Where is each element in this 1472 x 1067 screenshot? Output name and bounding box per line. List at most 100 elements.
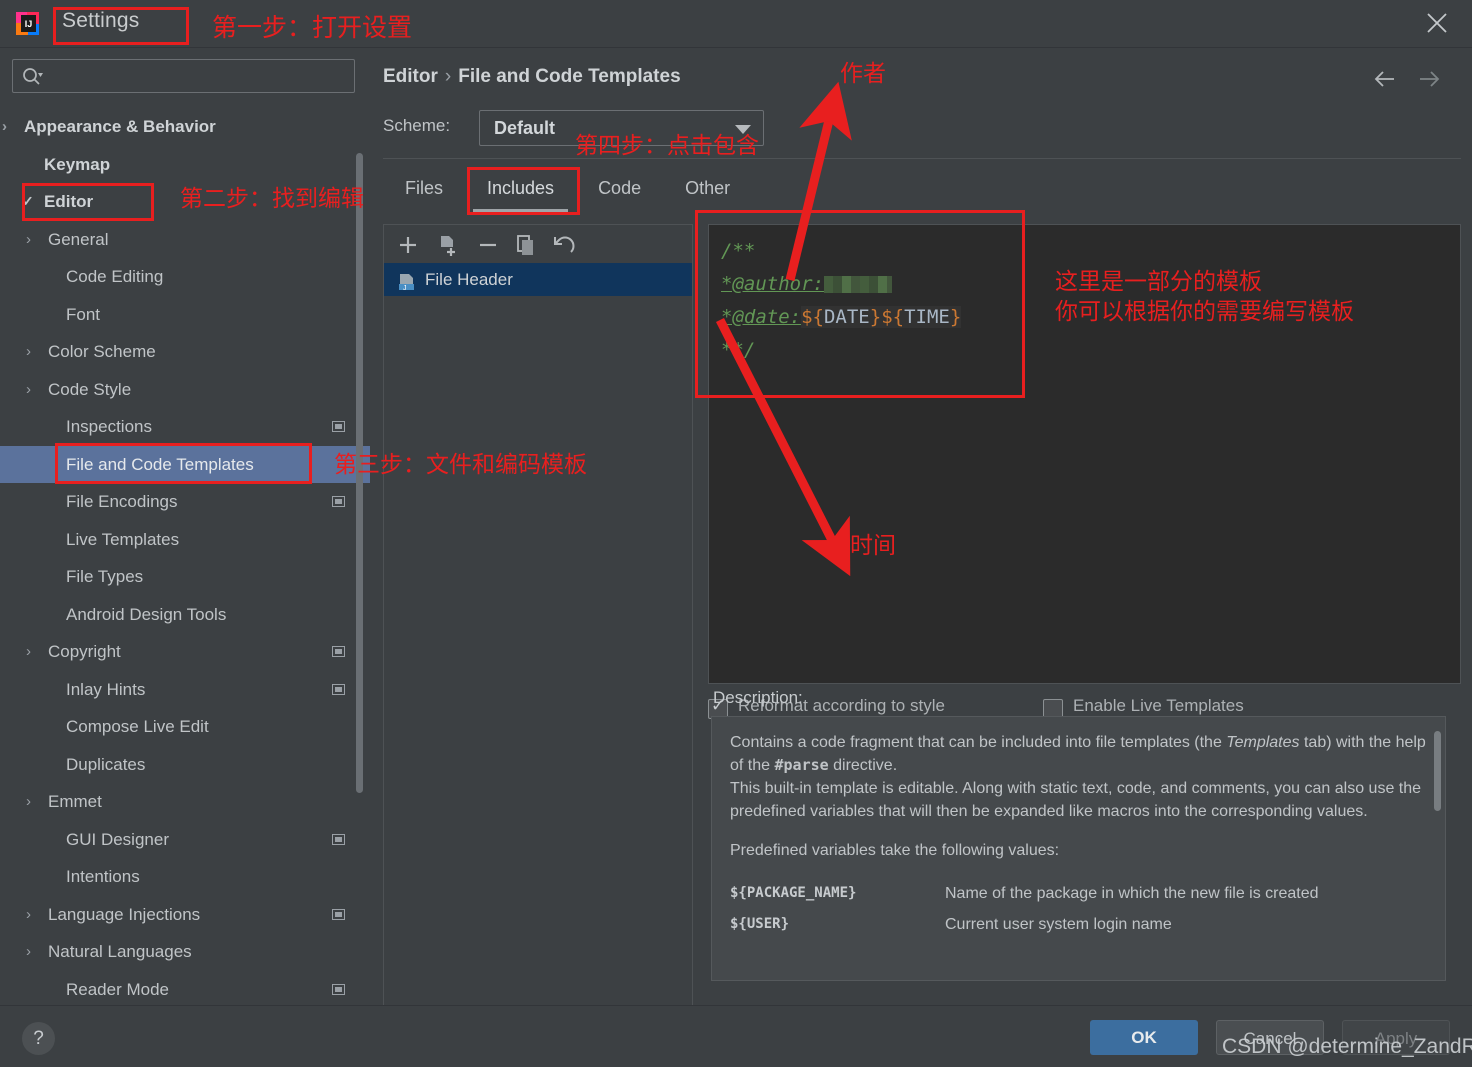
sidebar-item-appearance-behavior[interactable]: › Appearance & Behavior — [0, 108, 370, 146]
project-scope-icon — [332, 421, 345, 432]
ok-button[interactable]: OK — [1090, 1020, 1198, 1055]
sidebar-item-label: Intentions — [66, 867, 140, 886]
chevron-right-icon[interactable]: › — [26, 896, 40, 934]
sidebar-item-emmet[interactable]: › Emmet — [0, 783, 370, 821]
create-template-icon[interactable] — [436, 233, 460, 257]
search-input[interactable] — [51, 60, 351, 92]
project-scope-icon — [332, 833, 345, 845]
sidebar-item-intentions[interactable]: Intentions — [0, 858, 370, 896]
sidebar-item-label: Font — [66, 304, 101, 324]
sidebar-item-code-editing[interactable]: Code Editing — [0, 258, 370, 296]
intellij-idea-logo-icon: IJ — [14, 10, 42, 38]
sidebar-item-font[interactable]: Font — [0, 296, 370, 334]
blurred-author-name — [823, 276, 892, 293]
tab-label: Includes — [487, 178, 555, 198]
title-bar: IJ Settings — [0, 0, 1472, 48]
project-scope-icon — [332, 496, 345, 507]
desc-p1-emphasis: Templates — [1226, 734, 1300, 751]
table-row: ${PACKAGE_NAME} Name of the package in w… — [730, 878, 1427, 909]
list-item[interactable]: J File Header — [384, 263, 692, 296]
chevron-right-icon[interactable]: › — [26, 933, 40, 971]
navigation-arrows — [1372, 66, 1444, 92]
sidebar-scrollbar[interactable] — [356, 153, 363, 793]
tab-label: Other — [685, 178, 731, 198]
sidebar-item-inspections[interactable]: Inspections — [0, 408, 370, 446]
plus-icon[interactable] — [396, 233, 420, 257]
sidebar-item-gui-designer[interactable]: GUI Designer — [0, 821, 370, 859]
project-scope-icon — [332, 908, 345, 920]
copy-icon[interactable] — [514, 233, 538, 257]
sidebar-item-file-and-code-templates[interactable]: File and Code Templates — [0, 445, 370, 483]
sidebar-item-reader-mode[interactable]: Reader Mode — [0, 971, 370, 998]
chevron-right-icon[interactable]: › — [2, 108, 16, 146]
chevron-right-icon[interactable]: › — [26, 783, 40, 821]
template-code-editor[interactable]: /** *@author: *@date:${DATE}${TIME} **/ — [708, 224, 1461, 684]
sidebar-item-editor[interactable]: ✓ Editor — [0, 183, 370, 221]
list-toolbar — [384, 225, 692, 263]
sidebar-item-keymap[interactable]: Keymap — [0, 146, 370, 184]
project-scope-icon — [332, 983, 345, 995]
variable-name: ${USER} — [730, 916, 790, 932]
close-icon[interactable] — [1424, 10, 1450, 36]
code-line-comment-close: **/ — [721, 339, 756, 361]
sidebar-item-label: Code Editing — [66, 267, 164, 286]
template-list-panel: J File Header — [383, 224, 693, 1030]
tab-includes[interactable]: Includes — [465, 166, 576, 212]
sidebar-item-copyright[interactable]: › Copyright — [0, 633, 370, 671]
table-row: ${USER} Current user system login name — [730, 909, 1427, 940]
sidebar-item-general[interactable]: › General — [0, 221, 370, 259]
sidebar-item-label: GUI Designer — [66, 829, 169, 849]
scheme-label: Scheme: — [383, 116, 451, 135]
sidebar-item-file-encodings[interactable]: File Encodings — [0, 483, 370, 521]
breadcrumb-parent[interactable]: Editor — [383, 66, 438, 87]
sidebar-item-label: Emmet — [48, 792, 102, 811]
revert-icon[interactable] — [552, 233, 576, 257]
search-icon — [22, 67, 44, 87]
sidebar-item-file-types[interactable]: File Types — [0, 558, 370, 596]
question-mark-icon[interactable]: ? — [22, 1022, 55, 1055]
chevron-right-icon[interactable]: › — [26, 371, 40, 409]
sidebar-item-android-design-tools[interactable]: Android Design Tools — [0, 596, 370, 634]
dialog-footer: ? OK Cancel Apply — [0, 1005, 1472, 1067]
sidebar-item-live-templates[interactable]: Live Templates — [0, 521, 370, 559]
breadcrumb-current: File and Code Templates — [458, 66, 681, 87]
predefined-variables-table: ${PACKAGE_NAME} Name of the package in w… — [730, 878, 1427, 940]
sidebar-item-duplicates[interactable]: Duplicates — [0, 746, 370, 784]
description-label: Description: — [713, 688, 803, 707]
chevron-right-icon[interactable]: › — [26, 221, 40, 259]
chevron-right-icon[interactable]: › — [26, 333, 40, 371]
list-item-label: File Header — [425, 270, 513, 289]
sidebar-item-code-style[interactable]: › Code Style — [0, 371, 370, 409]
arrow-left-icon[interactable] — [1372, 66, 1398, 92]
settings-sidebar: › Appearance & Behavior Keymap ✓ Editor › Gene… — [0, 48, 370, 1005]
project-scope-icon — [332, 646, 345, 657]
project-scope-icon — [332, 683, 345, 695]
sidebar-item-label: Appearance & Behavior — [24, 117, 216, 136]
minus-icon[interactable] — [476, 233, 500, 257]
scheme-dropdown[interactable]: Default — [479, 110, 764, 146]
apply-button[interactable]: Apply — [1342, 1020, 1450, 1055]
tab-other[interactable]: Other — [663, 166, 752, 212]
sidebar-item-natural-languages[interactable]: › Natural Languages — [0, 933, 370, 971]
tab-code[interactable]: Code — [576, 166, 663, 212]
chevron-right-icon[interactable]: › — [26, 633, 40, 671]
sidebar-item-inlay-hints[interactable]: Inlay Hints — [0, 671, 370, 709]
chevron-down-icon[interactable]: ✓ — [22, 183, 36, 221]
template-tabs: Files Includes Code Other — [383, 166, 752, 212]
arrow-right-icon[interactable] — [1416, 66, 1442, 92]
desc-p1-code: #parse — [774, 756, 829, 774]
sidebar-item-language-injections[interactable]: › Language Injections — [0, 896, 370, 934]
tab-files[interactable]: Files — [383, 166, 465, 212]
cancel-button[interactable]: Cancel — [1216, 1020, 1324, 1055]
chevron-down-icon — [735, 125, 751, 134]
description-scrollbar[interactable] — [1434, 731, 1441, 811]
svg-text:J: J — [403, 285, 407, 292]
sidebar-item-label: General — [48, 229, 109, 249]
sidebar-item-label: Copyright — [48, 642, 121, 661]
variable-description: Name of the package in which the new fil… — [945, 885, 1319, 902]
search-field[interactable] — [12, 59, 355, 93]
sidebar-item-compose-live-edit[interactable]: Compose Live Edit — [0, 708, 370, 746]
sidebar-item-color-scheme[interactable]: › Color Scheme — [0, 333, 370, 371]
enable-live-templates-label: Enable Live Templates — [1073, 696, 1244, 715]
desc-p1-c: directive. — [828, 757, 898, 774]
